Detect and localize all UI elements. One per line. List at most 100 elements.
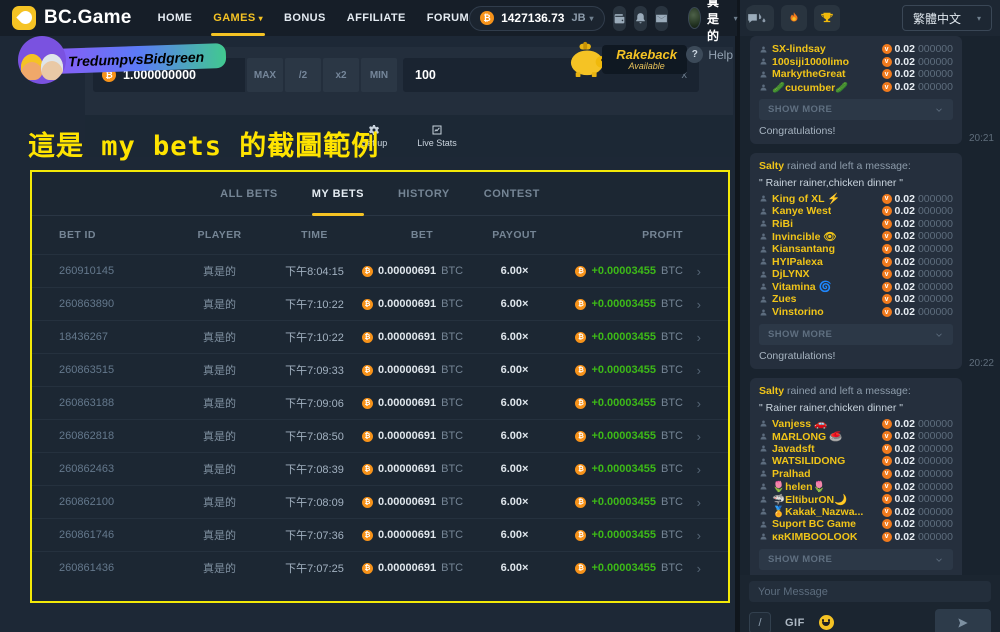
recipient-name[interactable]: Javadsft xyxy=(772,443,815,455)
row-chevron-icon[interactable]: › xyxy=(683,297,701,312)
table-row[interactable]: 260862463 真是的 下午7:08:39 ₿ 0.00000691 BTC… xyxy=(32,452,728,485)
row-chevron-icon[interactable]: › xyxy=(683,462,701,477)
recipient-name[interactable]: DjLYNX xyxy=(772,268,810,280)
rain-message-header: Salty rained and left a message: xyxy=(759,160,953,173)
nav-link[interactable]: BONUS xyxy=(284,0,326,36)
rain-recipient-row: 🏅Kakak_Nazwa... v 0.02000000 xyxy=(759,505,953,518)
recipient-name[interactable]: Suport BC Game xyxy=(772,518,856,530)
table-row[interactable]: 18436267 真是的 下午7:10:22 ₿ 0.00000691 BTC … xyxy=(32,320,728,353)
row-chevron-icon[interactable]: › xyxy=(683,330,701,345)
amount-modifier-button[interactable]: MIN xyxy=(361,58,397,92)
recipient-name[interactable]: HYIPalexa xyxy=(772,256,823,268)
bet-player: 真是的 xyxy=(172,296,267,312)
help-button[interactable]: ? Help xyxy=(686,46,733,63)
show-more-button[interactable]: SHOW MORE xyxy=(759,324,953,345)
recipient-name[interactable]: 🌷helen🌷 xyxy=(772,480,826,493)
rain-recipient-row: Vanjess 🚗 v 0.02000000 xyxy=(759,417,953,430)
bets-table-body: 260910145 真是的 下午8:04:15 ₿ 0.00000691 BTC… xyxy=(32,254,728,584)
table-row[interactable]: 260861436 真是的 下午7:07:25 ₿ 0.00000691 BTC… xyxy=(32,551,728,584)
rakeback-widget[interactable]: Rakeback Available xyxy=(566,40,687,78)
currency-selector[interactable]: JB ▾ xyxy=(571,12,593,24)
recipient-name[interactable]: Kanye West xyxy=(772,205,831,217)
recipient-name[interactable]: Vanjess 🚗 xyxy=(772,417,827,430)
recipient-name[interactable]: Vinstorino xyxy=(772,306,824,318)
recipient-name[interactable]: WATSILIDONG xyxy=(772,455,845,467)
coin-icon: v xyxy=(882,282,892,292)
row-chevron-icon[interactable]: › xyxy=(683,495,701,510)
notifications-button[interactable] xyxy=(634,6,647,31)
row-chevron-icon[interactable]: › xyxy=(683,429,701,444)
coin-icon: v xyxy=(882,307,892,317)
gif-button[interactable]: GIF xyxy=(785,617,805,629)
rain-recipient-row: Javadsft v 0.02000000 xyxy=(759,443,953,456)
rain-recipient-row: DjLYNX v 0.02000000 xyxy=(759,268,953,281)
brand-logo[interactable]: BC.Game xyxy=(12,6,132,30)
nav-link[interactable]: GAMES ▾ xyxy=(213,0,263,36)
row-chevron-icon[interactable]: › xyxy=(683,264,701,279)
send-message-button[interactable] xyxy=(935,609,991,632)
recipient-name[interactable]: MarkytheGreat xyxy=(772,68,846,80)
show-more-button[interactable]: SHOW MORE xyxy=(759,549,953,570)
messages-button[interactable] xyxy=(655,6,668,31)
recipient-name[interactable]: King of XL ⚡ xyxy=(772,192,840,205)
row-chevron-icon[interactable]: › xyxy=(683,561,701,576)
recipient-name[interactable]: Pralhad xyxy=(772,468,811,480)
recipient-name[interactable]: Invincible 👁 xyxy=(772,230,837,243)
nav-link[interactable]: HOME xyxy=(158,0,193,36)
recipient-name[interactable]: MΔRLONG 🥌 xyxy=(772,430,842,443)
table-row[interactable]: 260863515 真是的 下午7:09:33 ₿ 0.00000691 BTC… xyxy=(32,353,728,386)
sender-name[interactable]: Salty xyxy=(759,385,784,397)
slash-command-button[interactable]: / xyxy=(749,612,771,632)
chat-message: SX-lindsay v 0.02000000 100siji1000limo xyxy=(750,36,992,144)
chat-toggle-button[interactable] xyxy=(746,6,759,31)
recipient-name[interactable]: 🥒cucumber🥒 xyxy=(772,81,848,94)
contest-button[interactable] xyxy=(814,5,840,31)
event-banner[interactable]: Tredump vs Bidgreen xyxy=(6,38,336,84)
table-row[interactable]: 260861746 真是的 下午7:07:36 ₿ 0.00000691 BTC… xyxy=(32,518,728,551)
btc-coin-icon: ₿ xyxy=(362,464,373,475)
caret-down-icon: ▾ xyxy=(259,14,263,23)
live-stats-button[interactable]: Live Stats xyxy=(417,124,457,148)
sender-name[interactable]: Salty xyxy=(759,160,784,172)
coin-icon: v xyxy=(882,69,892,79)
recipient-name[interactable]: ᴋʀKIMBOOLOOK xyxy=(772,531,857,543)
bets-tab[interactable]: ALL BETS xyxy=(220,172,278,216)
table-row[interactable]: 260863188 真是的 下午7:09:06 ₿ 0.00000691 BTC… xyxy=(32,386,728,419)
recipient-name[interactable]: 🏅Kakak_Nazwa... xyxy=(772,505,863,518)
bets-tab[interactable]: MY BETS xyxy=(312,172,364,216)
person-icon xyxy=(759,282,768,291)
recipient-name[interactable]: 100siji1000limo xyxy=(772,56,849,68)
recipient-name[interactable]: 🦈EltiburON🌙 xyxy=(772,493,847,506)
row-chevron-icon[interactable]: › xyxy=(683,528,701,543)
table-row[interactable]: 260862100 真是的 下午7:08:09 ₿ 0.00000691 BTC… xyxy=(32,485,728,518)
bet-player: 真是的 xyxy=(172,461,267,477)
bets-tab[interactable]: CONTEST xyxy=(484,172,540,216)
language-selector[interactable]: 繁體中文 ▾ xyxy=(902,5,992,31)
recipient-name[interactable]: Vitamina 🌀 xyxy=(772,280,832,293)
row-chevron-icon[interactable]: › xyxy=(683,396,701,411)
recipient-name[interactable]: Zues xyxy=(772,293,797,305)
coin-drop-button[interactable] xyxy=(781,5,807,31)
recipient-name[interactable]: Kiansantang xyxy=(772,243,835,255)
chat-message-input[interactable] xyxy=(749,581,991,602)
emoji-picker-button[interactable] xyxy=(819,615,834,630)
rain-recipient-row: Vinstorino v 0.02000000 xyxy=(759,306,953,319)
show-more-button[interactable]: SHOW MORE xyxy=(759,99,953,120)
nav-link[interactable]: AFFILIATE xyxy=(347,0,406,36)
person-icon xyxy=(759,469,768,478)
wallet-button[interactable] xyxy=(613,6,626,31)
rakeback-label: Rakeback Available xyxy=(602,45,687,74)
recipient-name[interactable]: SX-lindsay xyxy=(772,43,826,55)
nav-link[interactable]: FORUM xyxy=(427,0,469,36)
table-row[interactable]: 260862818 真是的 下午7:08:50 ₿ 0.00000691 BTC… xyxy=(32,419,728,452)
balance-pill[interactable]: ₿ 1427136.73 JB ▾ xyxy=(469,6,604,31)
row-chevron-icon[interactable]: › xyxy=(683,363,701,378)
table-row[interactable]: 260863890 真是的 下午7:10:22 ₿ 0.00000691 BTC… xyxy=(32,287,728,320)
chat-bubble-icon xyxy=(746,12,759,25)
recipient-name[interactable]: RiBi xyxy=(772,218,793,230)
user-menu[interactable]: 真是的 ▾ xyxy=(688,0,738,44)
bets-tab[interactable]: HISTORY xyxy=(398,172,450,216)
table-row[interactable]: 260910145 真是的 下午8:04:15 ₿ 0.00000691 BTC… xyxy=(32,254,728,287)
coin-icon: ₿ xyxy=(480,11,494,25)
avatar xyxy=(688,7,701,29)
